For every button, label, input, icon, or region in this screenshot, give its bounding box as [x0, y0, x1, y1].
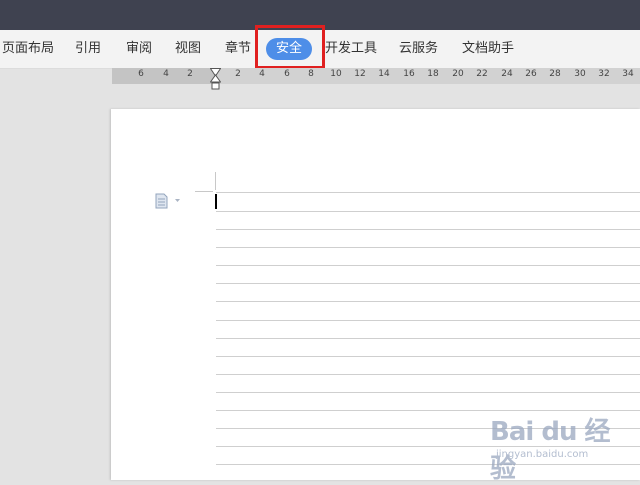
text-line [216, 211, 640, 212]
ruler-tick-label: 26 [525, 69, 537, 79]
text-line [216, 320, 640, 321]
text-line [216, 247, 640, 248]
ruler-tick-label: 16 [403, 69, 415, 79]
tab-view[interactable]: 视图 [175, 30, 201, 68]
ruler-tick-label: 2 [235, 69, 241, 79]
text-line [216, 356, 640, 357]
ruler-tick-label: 4 [163, 69, 169, 79]
tab-section[interactable]: 章节 [225, 30, 251, 68]
tab-cloud-service[interactable]: 云服务 [399, 30, 438, 68]
tab-references[interactable]: 引用 [75, 30, 101, 68]
page-margin-corner [195, 191, 213, 192]
horizontal-ruler[interactable]: 6 4 2 2 4 6 8 10 12 14 16 18 20 22 24 26… [112, 68, 640, 84]
text-line [216, 265, 640, 266]
ruler-tick-label: 32 [598, 69, 610, 79]
ruler-tick-label: 2 [187, 69, 193, 79]
ruler-tick-label: 8 [308, 69, 314, 79]
ruler-tick-label: 28 [549, 69, 561, 79]
ruler-tick-label: 4 [259, 69, 265, 79]
text-line [216, 301, 640, 302]
ruler-tick-label: 30 [574, 69, 586, 79]
text-line [216, 283, 640, 284]
text-line [216, 338, 640, 339]
ruler-tick-label: 18 [427, 69, 439, 79]
ruler-tick-label: 6 [138, 69, 144, 79]
page-margin-corner [215, 172, 216, 190]
ruler-tick-label: 10 [330, 69, 342, 79]
text-line [216, 229, 640, 230]
watermark-url: jingyan.baidu.com [496, 449, 589, 460]
text-line [216, 192, 640, 193]
highlight-annotation-box [255, 25, 325, 69]
ruler-tick-label: 22 [476, 69, 488, 79]
tab-page-layout[interactable]: 页面布局 [2, 30, 54, 68]
ruler-tick-label: 14 [378, 69, 390, 79]
tab-review[interactable]: 审阅 [126, 30, 152, 68]
watermark-logo: Bai du 经验 [490, 417, 611, 484]
text-line [216, 392, 640, 393]
ruler-tick-label: 20 [452, 69, 464, 79]
tab-document-assistant[interactable]: 文档助手 [462, 30, 514, 68]
paragraph-format-icon[interactable] [155, 193, 181, 209]
ruler-tick-label: 34 [622, 69, 634, 79]
text-cursor [215, 194, 217, 209]
indent-marker-icon[interactable] [210, 68, 221, 90]
tab-developer-tools[interactable]: 开发工具 [325, 30, 377, 68]
ruler-tick-label: 12 [354, 69, 366, 79]
ruler-tick-label: 24 [501, 69, 513, 79]
baidu-jingyan-watermark: Bai du 经验 jingyan.baidu.com [490, 405, 611, 484]
ruler-tick-label: 6 [284, 69, 290, 79]
text-line [216, 374, 640, 375]
